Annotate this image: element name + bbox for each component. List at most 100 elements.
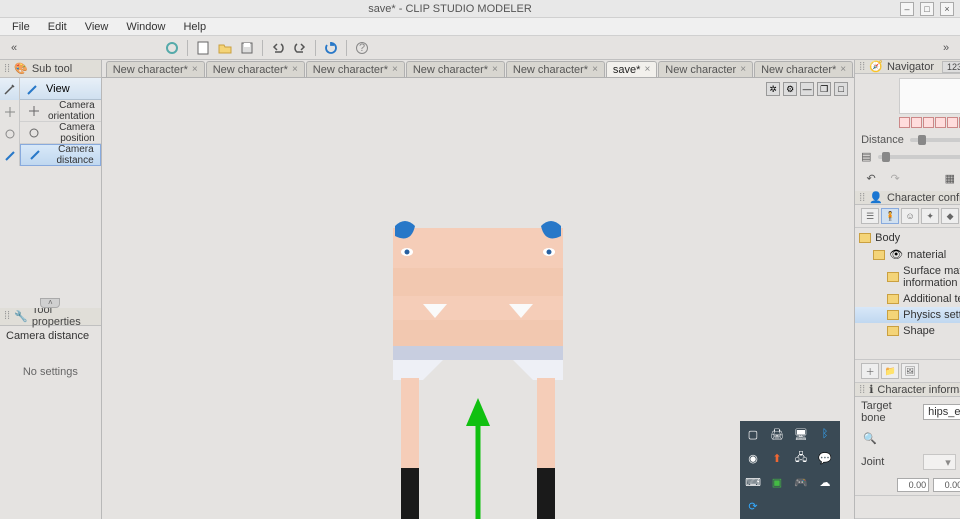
subtool-panel-header[interactable]: ⁞⁞ 🎨 Sub tool	[0, 60, 101, 78]
import-image-icon[interactable]: 🖼	[901, 363, 919, 379]
tree-surface-material[interactable]: Surface material information	[855, 263, 960, 291]
collapse-left-icon[interactable]: «	[4, 38, 24, 58]
tree-shape[interactable]: Shape	[855, 323, 960, 339]
character-model[interactable]	[373, 218, 583, 519]
tree-material[interactable]: 👁 material 🔒	[855, 246, 960, 263]
collapse-right-icon[interactable]: »	[936, 38, 956, 58]
tab-close-icon[interactable]: ×	[644, 64, 650, 75]
joint-combo[interactable]: ▾	[923, 454, 956, 470]
value-x-input[interactable]	[897, 478, 929, 492]
clip-studio-icon[interactable]	[162, 38, 182, 58]
subtool-maintab-icon[interactable]	[0, 78, 19, 100]
viewport-minimize-icon[interactable]: —	[800, 82, 814, 96]
document-tab[interactable]: New character*×	[206, 61, 305, 77]
open-icon[interactable]	[215, 38, 235, 58]
refresh-icon[interactable]	[321, 38, 341, 58]
tray-keyboard-icon[interactable]: ⌨	[746, 475, 760, 489]
tree-root-body[interactable]: Body	[855, 230, 960, 246]
nav-cube-icon[interactable]	[935, 117, 946, 128]
add-item-icon[interactable]: ＋	[861, 363, 879, 379]
document-tab-active[interactable]: save*×	[606, 61, 657, 77]
secondary-slider[interactable]	[878, 155, 960, 159]
tab-close-icon[interactable]: ×	[840, 64, 846, 75]
config-tab-accessory-icon[interactable]: ◆	[941, 208, 959, 224]
close-button[interactable]: ×	[940, 2, 954, 16]
config-tab-skeleton-icon[interactable]: ☰	[861, 208, 879, 224]
redo-icon[interactable]	[290, 38, 310, 58]
tray-sync-icon[interactable]: ⟳	[746, 499, 760, 513]
tab-close-icon[interactable]: ×	[592, 64, 598, 75]
tab-close-icon[interactable]: ×	[392, 64, 398, 75]
char-info-panel-header[interactable]: ⁞⁞ ℹ Character information	[855, 383, 960, 397]
document-tab[interactable]: New character×	[658, 61, 753, 77]
panel-collapse-handle[interactable]: ˄	[40, 298, 60, 308]
undo-history-icon[interactable]: ↶	[861, 168, 881, 188]
target-bone-combo[interactable]: hips_end_bb_ ▾	[923, 404, 960, 420]
viewport-settings-icon[interactable]: ✲	[766, 82, 780, 96]
tray-cloud-icon[interactable]: ☁	[818, 475, 832, 489]
document-tab[interactable]: New character*×	[506, 61, 605, 77]
toolprops-panel-header[interactable]: ⁞⁞ 🔧 Tool properties	[0, 308, 101, 326]
tab-close-icon[interactable]: ×	[192, 64, 198, 75]
navigator-panel-header[interactable]: ⁞⁞ 🧭 Navigator 1234 ▸	[855, 60, 960, 74]
subtool-camera-position[interactable]: Camera position	[20, 122, 101, 144]
nav-cube-icon[interactable]	[899, 117, 910, 128]
subtab-distance-icon[interactable]	[0, 146, 20, 166]
tree-additional-texture[interactable]: Additional texture	[855, 291, 960, 307]
config-tab-body-icon[interactable]: 🧍	[881, 208, 899, 224]
menu-edit[interactable]: Edit	[40, 19, 75, 35]
navigator-thumbnail[interactable]	[899, 78, 960, 114]
tray-network-icon[interactable]: 🖧	[794, 451, 808, 465]
help-icon[interactable]: ?	[352, 38, 372, 58]
distance-slider[interactable]	[910, 138, 960, 142]
menu-view[interactable]: View	[77, 19, 117, 35]
menu-file[interactable]: File	[4, 19, 38, 35]
document-tab[interactable]: New character*×	[306, 61, 405, 77]
subtool-camera-distance[interactable]: Camera distance	[20, 144, 101, 166]
menu-window[interactable]: Window	[118, 19, 173, 35]
tab-close-icon[interactable]: ×	[740, 64, 746, 75]
document-tab[interactable]: New character*×	[754, 61, 853, 77]
viewport-gear-icon[interactable]: ⚙	[783, 82, 797, 96]
tray-gamepad-icon[interactable]: 🎮	[794, 475, 808, 489]
undo-icon[interactable]	[268, 38, 288, 58]
tray-chat-icon[interactable]: 💬	[818, 451, 832, 465]
menu-help[interactable]: Help	[175, 19, 214, 35]
nav-cube-icon[interactable]	[911, 117, 922, 128]
save-icon[interactable]	[237, 38, 257, 58]
value-y-input[interactable]	[933, 478, 960, 492]
tab-close-icon[interactable]: ×	[292, 64, 298, 75]
tray-gpu-icon[interactable]: ▣	[770, 475, 784, 489]
import-folder-icon[interactable]: 📁	[881, 363, 899, 379]
navigator-tab-1234[interactable]: 1234	[942, 61, 960, 73]
search-bone-icon[interactable]: 🔍	[861, 430, 879, 446]
distance-row: Distance	[855, 132, 960, 148]
subtool-camera-orientation[interactable]: Camera orientation	[20, 100, 101, 122]
maximize-button[interactable]: □	[920, 2, 934, 16]
viewport-maximize-icon[interactable]: □	[834, 82, 848, 96]
tree-physics-settings[interactable]: Physics settings 🔒	[855, 307, 960, 323]
nav-cube-icon[interactable]	[923, 117, 934, 128]
nav-cube-icon[interactable]	[947, 117, 958, 128]
tray-bluetooth-icon[interactable]: ᛒ	[818, 427, 832, 441]
eye-icon[interactable]: 👁	[889, 248, 903, 261]
document-tab[interactable]: New character*×	[106, 61, 205, 77]
redo-history-icon[interactable]: ↷	[885, 168, 905, 188]
config-tab-hair-icon[interactable]: ✦	[921, 208, 939, 224]
subtab-position-icon[interactable]	[0, 124, 20, 144]
subtab-orientation-icon[interactable]	[0, 102, 20, 122]
char-config-panel-header[interactable]: ⁞⁞ 👤 Character configuration	[855, 191, 960, 205]
tray-update-icon[interactable]: ⬆	[770, 451, 784, 465]
minimize-button[interactable]: –	[900, 2, 914, 16]
new-document-icon[interactable]	[193, 38, 213, 58]
subtool-group-header[interactable]: View	[20, 78, 101, 100]
tray-app-icon[interactable]: ▢	[746, 427, 760, 441]
grid-toggle-icon[interactable]: ▦	[940, 168, 960, 188]
document-tab[interactable]: New character*×	[406, 61, 505, 77]
tab-close-icon[interactable]: ×	[492, 64, 498, 75]
tray-print-icon[interactable]: 🖨	[770, 427, 784, 441]
viewport-restore-icon[interactable]: ❐	[817, 82, 831, 96]
tray-chrome-icon[interactable]: ◉	[746, 451, 760, 465]
config-tab-face-icon[interactable]: ☺	[901, 208, 919, 224]
tray-display-icon[interactable]: 🖥	[794, 427, 808, 441]
